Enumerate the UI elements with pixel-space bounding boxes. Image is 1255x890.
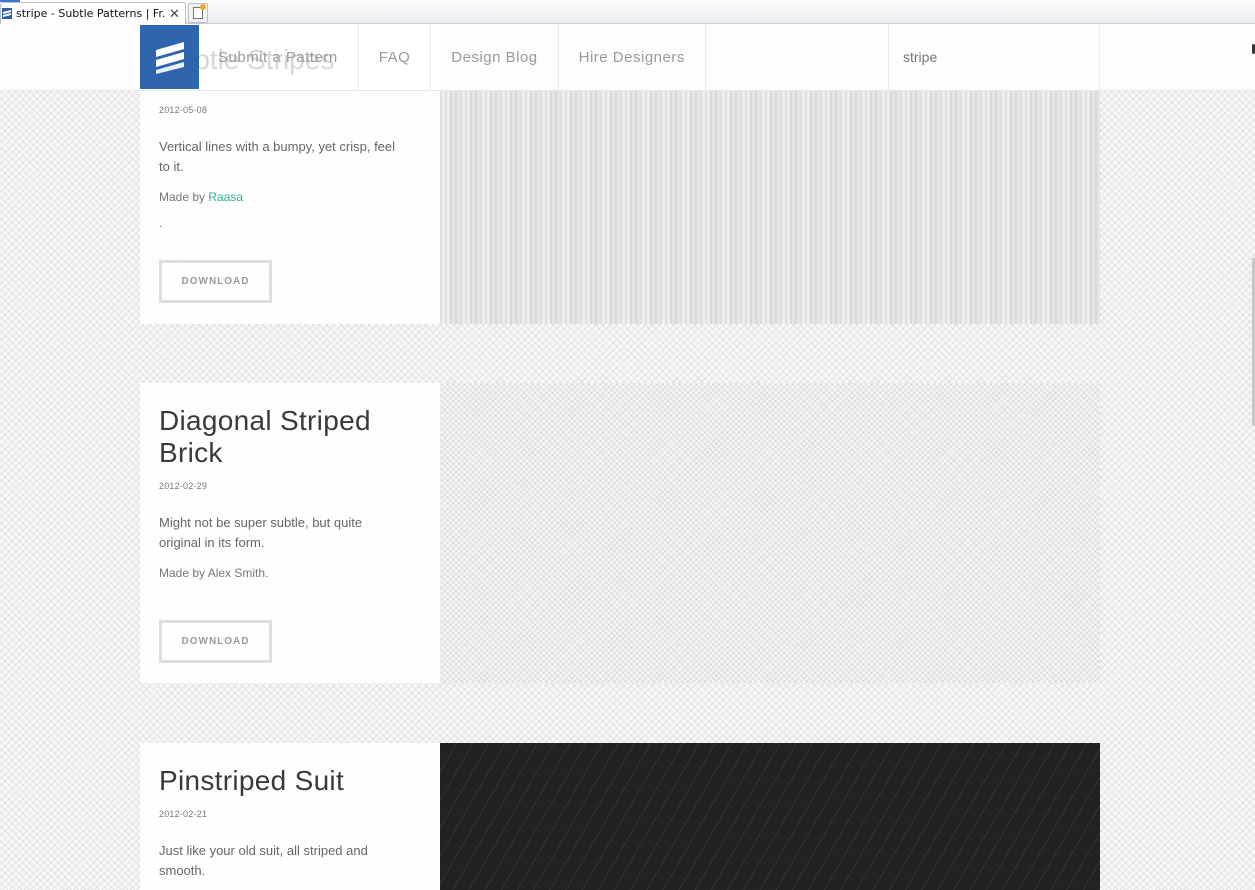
pattern-note: . — [159, 216, 163, 230]
search-box — [888, 24, 1100, 90]
pattern-card: Diagonal Striped Brick 2012-02-29 Might … — [140, 383, 440, 683]
site-logo[interactable] — [140, 25, 199, 89]
new-tab-icon — [193, 4, 206, 19]
nav-submit-pattern[interactable]: Submit a Pattern — [199, 24, 359, 90]
pattern-date: 2012-05-08 — [159, 105, 208, 115]
browser-tab[interactable]: stripe - Subtle Patterns | Fr... ✕ — [0, 2, 186, 24]
pattern-preview-pinstriped-suit — [440, 743, 1100, 890]
nav-hire-designers[interactable]: Hire Designers — [559, 24, 706, 90]
pattern-author: Made by Raasa — [159, 190, 421, 204]
site-header: Subtle Stripes Submit a Pattern FAQ Desi… — [0, 24, 1255, 91]
pattern-description: Vertical lines with a bumpy, yet crisp, … — [159, 139, 396, 174]
pattern-description: Just like your old suit, all striped and… — [159, 843, 368, 878]
download-button[interactable]: DOWNLOAD — [159, 260, 272, 303]
search-input[interactable] — [890, 37, 1098, 77]
pattern-title[interactable]: Pinstriped Suit — [159, 765, 421, 797]
stripes-logo-icon — [155, 42, 184, 74]
tab-close-icon[interactable]: ✕ — [169, 6, 180, 22]
browser-tab-bar: stripe - Subtle Patterns | Fr... ✕ — [0, 0, 1255, 24]
new-tab-button[interactable] — [188, 3, 208, 23]
main-nav: Submit a Pattern FAQ Design Blog Hire De… — [199, 24, 706, 90]
pattern-title[interactable]: Diagonal Striped Brick — [159, 405, 421, 469]
pattern-card: Pinstriped Suit 2012-02-21 Just like you… — [140, 743, 440, 890]
download-button[interactable]: DOWNLOAD — [159, 620, 272, 663]
pattern-date: 2012-02-29 — [159, 481, 208, 491]
made-by-label: Made by — [159, 190, 209, 204]
tab-title: stripe - Subtle Patterns | Fr... — [16, 7, 166, 20]
pattern-preview-diagonal-brick — [440, 383, 1100, 683]
pattern-description: Might not be super subtle, but quite ori… — [159, 515, 363, 550]
pattern-author: Made by Alex Smith. — [159, 566, 269, 580]
nav-design-blog[interactable]: Design Blog — [431, 24, 559, 90]
pattern-date: 2012-02-21 — [159, 809, 208, 819]
site-favicon-icon — [2, 8, 12, 19]
author-link[interactable]: Raasa — [208, 190, 243, 204]
nav-faq[interactable]: FAQ — [359, 24, 432, 90]
